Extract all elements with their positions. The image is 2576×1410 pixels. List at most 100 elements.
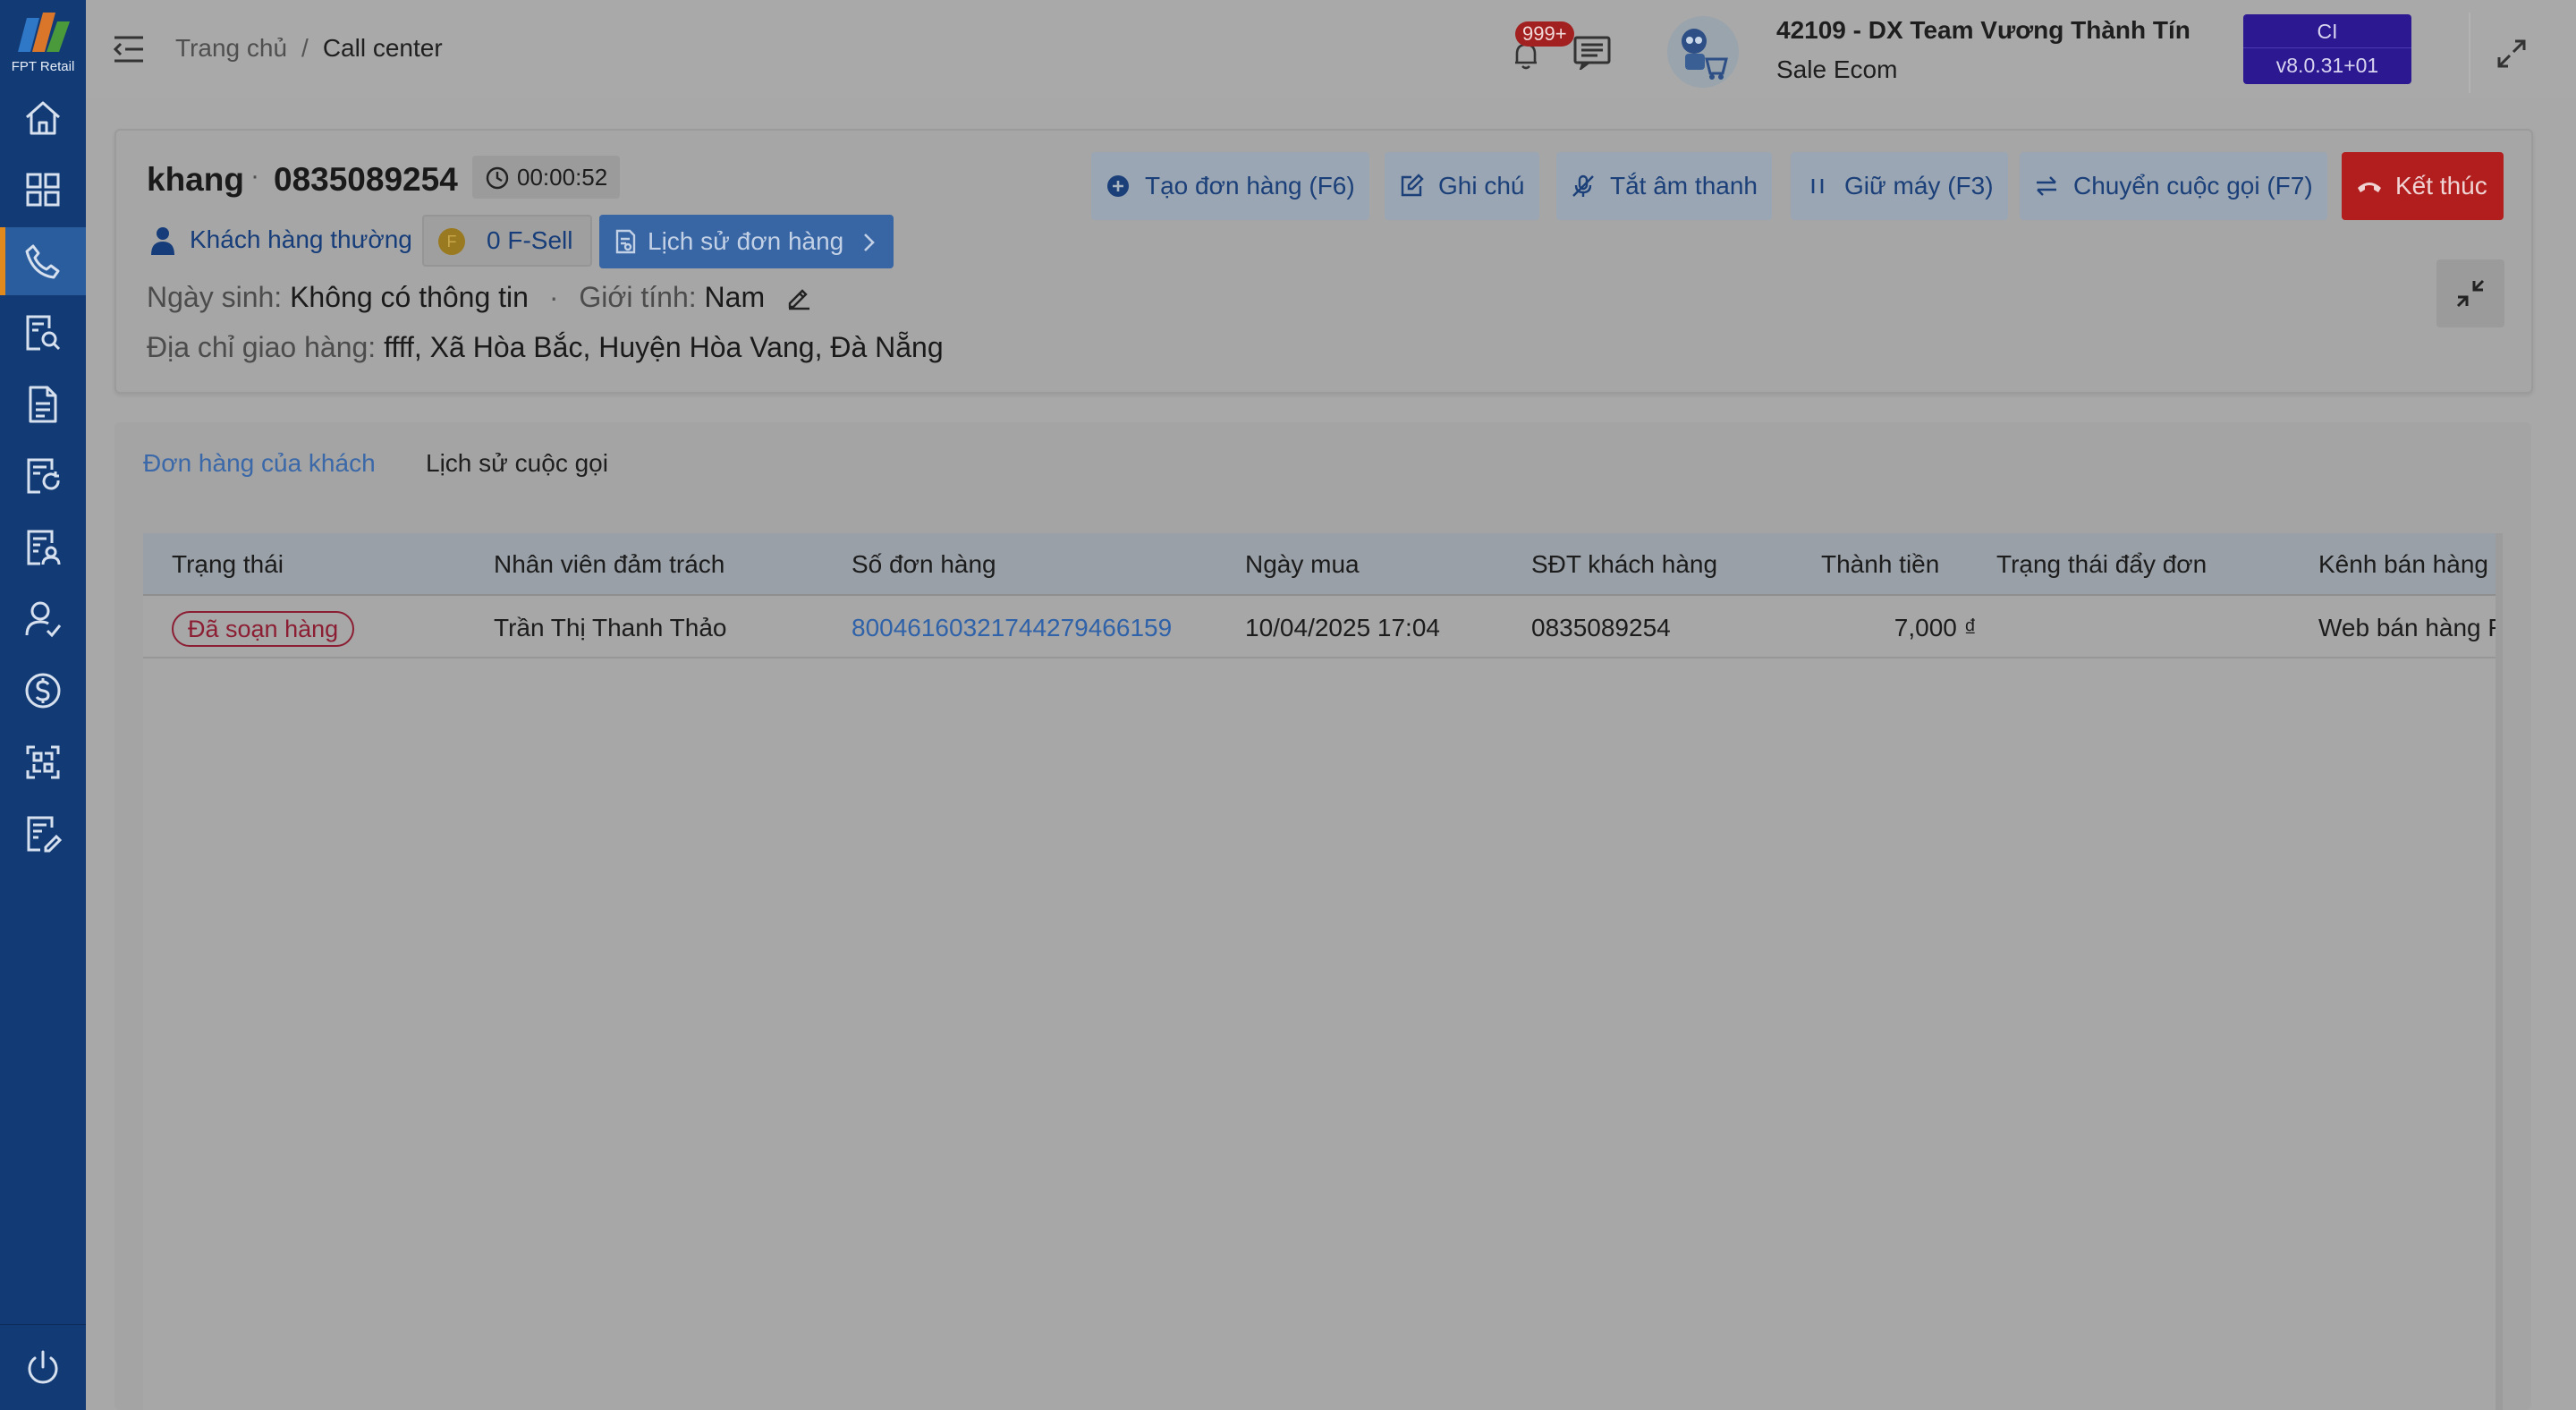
environment-badge: CI v8.0.31+01 bbox=[2243, 14, 2411, 84]
breadcrumb: Trang chủ / Call center bbox=[175, 34, 443, 63]
mute-button[interactable]: Tắt âm thanh bbox=[1556, 152, 1772, 220]
collapse-panel-button[interactable] bbox=[2436, 259, 2504, 327]
logout-button[interactable] bbox=[0, 1324, 86, 1410]
order-history-button[interactable]: Lịch sử đơn hàng bbox=[599, 215, 894, 268]
create-order-label: Tạo đơn hàng (F6) bbox=[1145, 172, 1355, 200]
order-history-icon bbox=[615, 229, 636, 254]
end-call-button[interactable]: Kết thúc bbox=[2342, 152, 2504, 220]
search-document-icon bbox=[26, 315, 61, 351]
user-check-icon bbox=[25, 601, 62, 638]
power-icon bbox=[28, 1350, 58, 1383]
note-label: Ghi chú bbox=[1438, 172, 1525, 200]
sidebar-item-home[interactable] bbox=[0, 84, 86, 152]
mute-label: Tắt âm thanh bbox=[1610, 172, 1758, 200]
address-value: ffff, Xã Hòa Bắc, Huyện Hòa Vang, Đà Nẵn… bbox=[384, 331, 944, 363]
notification-badge: 999+ bbox=[1515, 21, 1574, 47]
avatar[interactable] bbox=[1667, 16, 1739, 88]
tab-customer-orders[interactable]: Đơn hàng của khách bbox=[143, 449, 376, 478]
customer-type: Khách hàng thường bbox=[148, 215, 412, 265]
menu-collapse-icon[interactable] bbox=[113, 34, 145, 64]
robot-avatar-icon bbox=[1682, 29, 1728, 80]
logo-text: FPT Retail bbox=[11, 59, 75, 74]
customer-phone: 0835089254 bbox=[274, 161, 458, 198]
transfer-call-button[interactable]: Chuyển cuộc gọi (F7) bbox=[2020, 152, 2327, 220]
sidebar-item-dashboard[interactable] bbox=[0, 156, 86, 224]
column-header-purchase-date: Ngày mua bbox=[1245, 550, 1360, 578]
note-button[interactable]: Ghi chú bbox=[1385, 152, 1539, 220]
transfer-call-label: Chuyển cuộc gọi (F7) bbox=[2073, 172, 2313, 200]
sidebar-item-returns[interactable] bbox=[0, 442, 86, 510]
pause-icon bbox=[1811, 179, 1824, 193]
column-header-customer-phone: SĐT khách hàng bbox=[1531, 550, 1718, 578]
tab-call-history[interactable]: Lịch sử cuộc gọi bbox=[426, 449, 608, 478]
address-line: Địa chỉ giao hàng: ffff, Xã Hòa Bắc, Huy… bbox=[147, 331, 944, 364]
table-scrollbar[interactable] bbox=[2496, 533, 2503, 1410]
edit-icon[interactable] bbox=[785, 284, 812, 310]
user-role: Sale Ecom bbox=[1776, 55, 1898, 83]
column-header-status: Trạng thái bbox=[172, 550, 284, 578]
message-icon[interactable] bbox=[1572, 34, 1612, 70]
column-header-sales-channel: Kênh bán hàng bbox=[2318, 550, 2488, 578]
environment-version: v8.0.31+01 bbox=[2275, 54, 2379, 77]
mute-microphone-icon bbox=[1572, 174, 1594, 197]
logo-mark-icon bbox=[18, 13, 70, 52]
note-edit-icon bbox=[1401, 174, 1424, 197]
phone-icon bbox=[25, 244, 60, 279]
sidebar: FPT Retail bbox=[0, 0, 86, 1410]
sidebar-item-documents[interactable] bbox=[0, 370, 86, 438]
sidebar-item-call-center[interactable] bbox=[0, 227, 86, 295]
order-history-label: Lịch sử đơn hàng bbox=[648, 227, 844, 255]
birthday-label: Ngày sinh: bbox=[147, 281, 283, 313]
document-refresh-icon bbox=[27, 458, 60, 494]
address-label: Địa chỉ giao hàng: bbox=[147, 331, 377, 363]
birthday-value: Không có thông tin bbox=[290, 281, 529, 313]
customer-name: khang bbox=[147, 161, 244, 198]
column-header-order-number: Số đơn hàng bbox=[852, 550, 996, 578]
transfer-arrows-icon bbox=[2037, 176, 2056, 196]
fpt-retail-logo[interactable]: FPT Retail bbox=[0, 0, 86, 86]
cell-purchase-date: 10/04/2025 17:04 bbox=[1245, 614, 1440, 641]
sidebar-item-order-search[interactable] bbox=[0, 299, 86, 367]
hold-label: Giữ máy (F3) bbox=[1844, 172, 1994, 200]
fsell-points: F 0 F-Sell bbox=[422, 215, 593, 267]
document-edit-icon bbox=[27, 816, 63, 853]
gender-label: Giới tính: bbox=[579, 281, 697, 313]
collapse-icon bbox=[2456, 279, 2485, 308]
fsell-value: 0 F-Sell bbox=[487, 226, 573, 254]
birthday-gender-line: Ngày sinh: Không có thông tin · Giới tín… bbox=[147, 281, 812, 314]
end-call-label: Kết thúc bbox=[2395, 172, 2487, 200]
header-divider bbox=[2469, 13, 2470, 93]
info-separator: · bbox=[548, 281, 559, 313]
user-name: 42109 - DX Team Vương Thành Tín bbox=[1776, 16, 2190, 44]
customer-type-label: Khách hàng thường bbox=[190, 225, 412, 253]
table-row[interactable]: Đã soạn hàng Trần Thị Thanh Thảo 8004616… bbox=[143, 598, 2503, 658]
grid-icon bbox=[26, 173, 60, 207]
chevron-right-icon bbox=[864, 234, 876, 251]
cell-sales-channel: Web bán hàng R bbox=[2318, 614, 2503, 641]
fullscreen-icon[interactable] bbox=[2496, 38, 2528, 70]
hold-button[interactable]: Giữ máy (F3) bbox=[1791, 152, 2008, 220]
customer-orders-panel: Đơn hàng của khách Lịch sử cuộc gọi Trạn… bbox=[114, 422, 2531, 1410]
sidebar-item-customer-docs[interactable] bbox=[0, 514, 86, 582]
user-icon bbox=[151, 227, 174, 255]
breadcrumb-home[interactable]: Trang chủ bbox=[175, 34, 287, 62]
home-icon bbox=[26, 101, 60, 135]
column-header-push-status: Trạng thái đẩy đơn bbox=[1996, 550, 2207, 578]
clock-icon bbox=[486, 166, 509, 190]
order-number-link[interactable]: 8004616032174427946615​9 bbox=[852, 598, 1172, 658]
cell-amount: 7,000 ₫ bbox=[1894, 614, 1977, 641]
hang-up-icon bbox=[2358, 183, 2381, 192]
create-order-button[interactable]: Tạo đơn hàng (F6) bbox=[1091, 152, 1369, 220]
environment-name: CI bbox=[2243, 14, 2411, 48]
sidebar-item-finance[interactable] bbox=[0, 657, 86, 725]
name-phone-separator: · bbox=[250, 161, 259, 191]
cell-staff: Trần Thị Thanh Thảo bbox=[494, 614, 727, 641]
sidebar-item-reports[interactable] bbox=[0, 800, 86, 868]
call-info-panel: khang · 0835089254 00:00:52 Khách hàng t… bbox=[114, 129, 2533, 394]
sidebar-item-customers[interactable] bbox=[0, 585, 86, 653]
column-header-amount: Thành tiền bbox=[1821, 550, 1940, 578]
sidebar-item-scan[interactable] bbox=[0, 728, 86, 796]
document-icon bbox=[29, 386, 57, 423]
dollar-icon bbox=[25, 673, 61, 709]
top-header bbox=[86, 0, 2576, 98]
